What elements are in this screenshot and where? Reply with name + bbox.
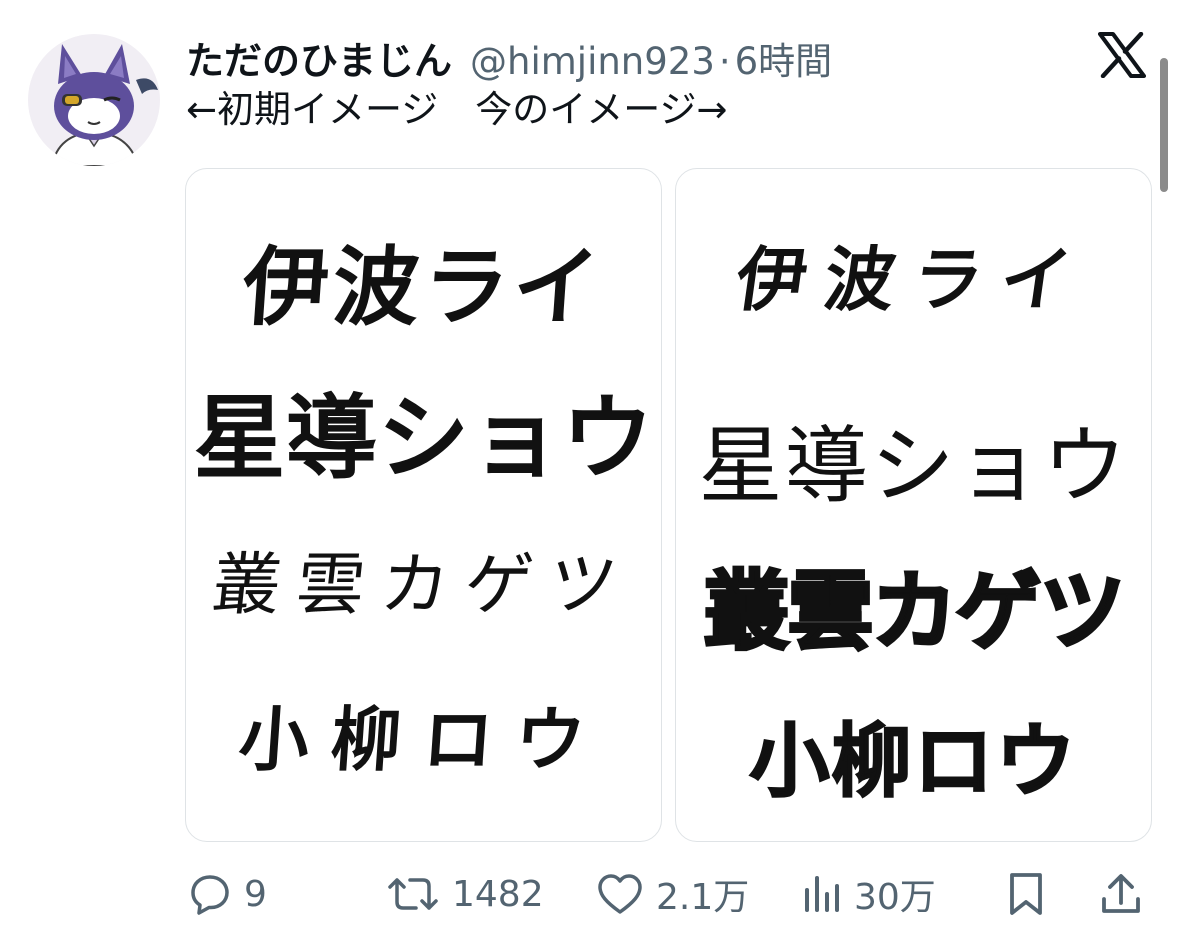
views-button[interactable]: 30万 [802,866,936,922]
reply-icon [188,872,232,916]
share-icon [1100,871,1142,917]
image-text-line: 小柳ロウ [236,698,611,781]
image-text-line: 星導ショウ [193,388,654,490]
separator-dot: · [718,40,731,83]
display-name[interactable]: ただのひまじん [186,30,452,85]
image-text-line: 小柳ロウ [749,714,1078,809]
view-count: 30万 [854,877,936,918]
timestamp[interactable]: 6時間 [735,31,833,85]
views-chart-icon [802,872,842,916]
media-image-right[interactable]: 伊波ライ 星導ショウ 叢雲カゲツ 小柳ロウ [675,168,1152,842]
repost-button[interactable]: 1482 [386,866,544,922]
like-button[interactable]: 2.1万 [596,866,749,922]
image-text-line: 星導ショウ [698,417,1129,515]
image-text-line: 叢雲カゲツ [702,561,1127,664]
repost-count: 1482 [452,873,544,915]
image-text-line: 伊波ライ [239,238,607,338]
reply-button[interactable]: 9 [188,866,267,922]
avatar[interactable] [28,34,160,166]
image-text-line: 叢雲カゲツ [208,546,637,625]
like-count: 2.1万 [656,877,750,918]
repost-icon [386,872,440,916]
x-logo-icon [1098,31,1146,79]
tweet-text: ←初期イメージ 今のイメージ→ [186,88,728,131]
heart-icon [596,872,644,916]
avatar-image [28,34,160,166]
bookmark-button[interactable] [1006,866,1046,922]
share-button[interactable] [1100,866,1142,922]
tweet-header: ただのひまじん @himjinn923 · 6時間 [186,30,832,83]
bookmark-icon [1006,871,1046,917]
media-image-left[interactable]: 伊波ライ 星導ショウ 叢雲カゲツ 小柳ロウ [185,168,662,842]
scrollbar-thumb[interactable] [1160,58,1168,192]
image-text-line: 伊波ライ [730,238,1095,321]
user-handle[interactable]: @himjinn923 [470,40,715,83]
reply-count: 9 [244,873,267,915]
